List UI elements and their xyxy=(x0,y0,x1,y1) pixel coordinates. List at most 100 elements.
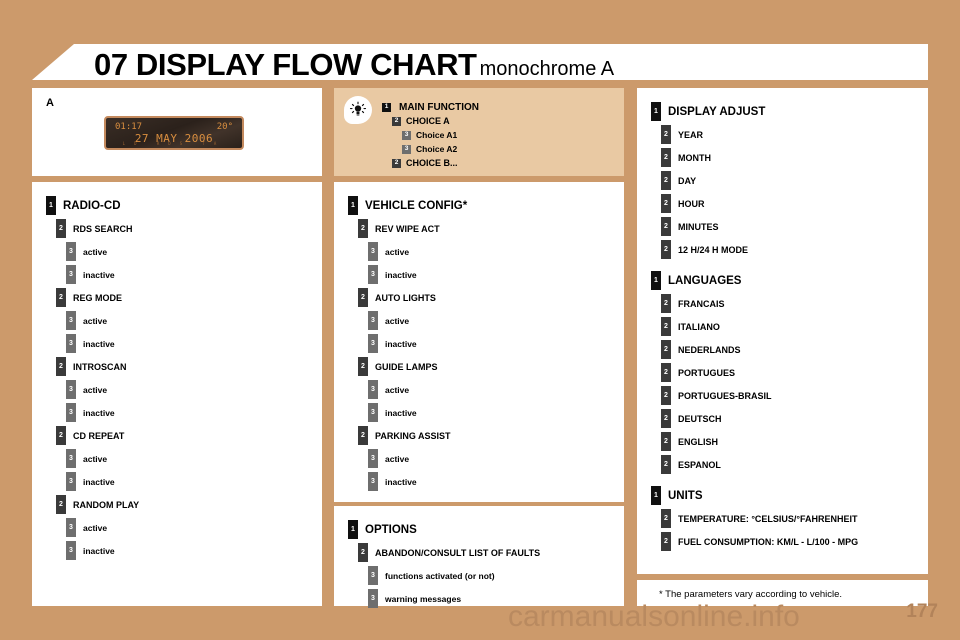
level-badge-1: 1 xyxy=(651,271,661,290)
flow-row-level-3[interactable]: 3 active xyxy=(368,309,624,332)
flow-row-level-2[interactable]: 2 12 H/24 H MODE xyxy=(661,238,928,261)
panel-right-column: 1 DISPLAY ADJUST 2 YEAR 2 MONTH 2 DAY 2 HOUR 2 MINU… xyxy=(637,88,928,574)
flow-row-level-3[interactable]: 3 active xyxy=(66,240,322,263)
flow-row-level-2[interactable]: 2 YEAR xyxy=(661,123,928,146)
level-badge-3: 3 xyxy=(368,472,378,491)
flow-row-level-1[interactable]: 1 RADIO-CD xyxy=(46,194,322,217)
flow-row-level-2[interactable]: 2 FRANCAIS xyxy=(661,292,928,315)
flow-row-label: MINUTES xyxy=(678,221,719,232)
options-rows: 1 OPTIONS 2 ABANDON/CONSULT LIST OF FAULTS 3… xyxy=(348,518,624,610)
flow-row-level-2[interactable]: 2 PARKING ASSIST xyxy=(358,424,624,447)
level-badge-2: 2 xyxy=(661,294,671,313)
flow-row-level-3[interactable]: 3 active xyxy=(368,447,624,470)
flow-row-level-2[interactable]: 2 RDS SEARCH xyxy=(56,217,322,240)
flow-row-level-1[interactable]: 1 VEHICLE CONFIG* xyxy=(348,194,624,217)
flow-row-level-2[interactable]: 2 HOUR xyxy=(661,192,928,215)
flow-row-level-2[interactable]: 2 ESPANOL xyxy=(661,453,928,476)
flow-row-label: active xyxy=(83,384,108,395)
flow-row-level-3[interactable]: 3 inactive xyxy=(368,332,624,355)
flow-row-label: DEUTSCH xyxy=(678,413,722,424)
flow-row-level-2[interactable]: 2 DAY xyxy=(661,169,928,192)
level-badge-2: 2 xyxy=(661,240,671,259)
flow-row-level-3[interactable]: 3 inactive xyxy=(66,332,322,355)
level-badge-3: 3 xyxy=(66,265,76,284)
flow-row-level-1[interactable]: 1 LANGUAGES xyxy=(651,269,928,292)
flow-row-level-2[interactable]: 2 ENGLISH xyxy=(661,430,928,453)
level-badge-2: 2 xyxy=(56,495,66,514)
flow-row-level-3[interactable]: 3 active xyxy=(66,447,322,470)
flow-row-label: inactive xyxy=(83,476,115,487)
flow-row-label: active xyxy=(83,522,108,533)
flow-row-label: Choice A1 xyxy=(416,130,458,140)
level-badge-3: 3 xyxy=(368,311,378,330)
level-badge-2: 2 xyxy=(661,509,671,528)
vehicle-config-rows: 1 VEHICLE CONFIG* 2 REV WIPE ACT 3 active 3 ina… xyxy=(348,194,624,493)
flow-row-label: inactive xyxy=(385,338,417,349)
flow-row-level-2[interactable]: 2 CHOICE A xyxy=(392,114,479,128)
flow-row-label: warning messages xyxy=(385,593,462,604)
level-badge-3: 3 xyxy=(368,265,378,284)
level-badge-2: 2 xyxy=(661,455,671,474)
level-badge-3: 3 xyxy=(66,518,76,537)
flow-row-level-1[interactable]: 1 DISPLAY ADJUST xyxy=(651,100,928,123)
flow-row-label: active xyxy=(385,384,410,395)
level-badge-1: 1 xyxy=(651,486,661,505)
flow-row-level-2[interactable]: 2 PORTUGUES-BRASIL xyxy=(661,384,928,407)
flow-row-level-3[interactable]: 3 inactive xyxy=(368,263,624,286)
flow-row-level-3[interactable]: 3 active xyxy=(66,309,322,332)
level-badge-2: 2 xyxy=(358,426,368,445)
level-badge-3: 3 xyxy=(368,589,378,608)
flow-row-level-2[interactable]: 2 FUEL CONSUMPTION: KM/L - L/100 - MPG xyxy=(661,530,928,553)
flow-row-level-2[interactable]: 2 REG MODE xyxy=(56,286,322,309)
flow-row-level-3[interactable]: 3 inactive xyxy=(66,539,322,562)
flow-row-label: HOUR xyxy=(678,198,705,209)
flow-row-level-3[interactable]: 3 inactive xyxy=(66,401,322,424)
flow-row-level-2[interactable]: 2 ABANDON/CONSULT LIST OF FAULTS xyxy=(358,541,624,564)
level-badge-3: 3 xyxy=(66,380,76,399)
flow-row-level-3[interactable]: 3 functions activated (or not) xyxy=(368,564,624,587)
flow-row-level-2[interactable]: 2 MINUTES xyxy=(661,215,928,238)
flow-row-level-2[interactable]: 2 AUTO LIGHTS xyxy=(358,286,624,309)
flow-row-level-2[interactable]: 2 NEDERLANDS xyxy=(661,338,928,361)
flow-row-level-3[interactable]: 3 Choice A2 xyxy=(402,142,479,156)
flow-row-level-3[interactable]: 3 Choice A1 xyxy=(402,128,479,142)
level-badge-2: 2 xyxy=(661,171,671,190)
languages-rows: 1 LANGUAGES 2 FRANCAIS 2 ITALIANO 2 NEDERLANDS 2… xyxy=(651,269,928,476)
flow-row-level-3[interactable]: 3 active xyxy=(368,240,624,263)
flow-row-level-2[interactable]: 2 INTROSCAN xyxy=(56,355,322,378)
flow-row-level-2[interactable]: 2 RANDOM PLAY xyxy=(56,493,322,516)
page-number: 177 xyxy=(906,601,938,622)
flow-row-label: GUIDE LAMPS xyxy=(375,361,438,372)
flow-row-level-2[interactable]: 2 GUIDE LAMPS xyxy=(358,355,624,378)
flow-row-level-3[interactable]: 3 active xyxy=(368,378,624,401)
level-badge-3: 3 xyxy=(66,334,76,353)
level-badge-1: 1 xyxy=(382,102,391,112)
level-badge-2: 2 xyxy=(358,288,368,307)
watermark-text: carmanualsonline.info xyxy=(508,600,800,633)
flow-row-level-2[interactable]: 2 CD REPEAT xyxy=(56,424,322,447)
flow-row-level-3[interactable]: 3 active xyxy=(66,378,322,401)
flow-row-level-3[interactable]: 3 inactive xyxy=(66,470,322,493)
level-badge-2: 2 xyxy=(661,125,671,144)
flow-row-level-3[interactable]: 3 inactive xyxy=(66,263,322,286)
flow-row-level-2[interactable]: 2 CHOICE B... xyxy=(392,156,479,170)
flow-row-level-1[interactable]: 1 MAIN FUNCTION xyxy=(382,100,479,114)
flow-row-level-1[interactable]: 1 OPTIONS xyxy=(348,518,624,541)
flow-row-level-3[interactable]: 3 inactive xyxy=(368,470,624,493)
level-badge-3: 3 xyxy=(66,449,76,468)
level-badge-2: 2 xyxy=(661,317,671,336)
flow-row-level-2[interactable]: 2 ITALIANO xyxy=(661,315,928,338)
flow-row-level-2[interactable]: 2 PORTUGUES xyxy=(661,361,928,384)
flow-row-level-2[interactable]: 2 TEMPERATURE: °CELSIUS/°FAHRENHEIT xyxy=(661,507,928,530)
flow-row-level-3[interactable]: 3 active xyxy=(66,516,322,539)
flow-row-level-2[interactable]: 2 MONTH xyxy=(661,146,928,169)
level-badge-3: 3 xyxy=(66,472,76,491)
level-badge-3: 3 xyxy=(66,541,76,560)
level-badge-1: 1 xyxy=(46,196,56,215)
level-badge-3: 3 xyxy=(66,311,76,330)
flow-row-level-3[interactable]: 3 inactive xyxy=(368,401,624,424)
flow-row-level-2[interactable]: 2 REV WIPE ACT xyxy=(358,217,624,240)
flow-row-level-2[interactable]: 2 DEUTSCH xyxy=(661,407,928,430)
flow-row-label: VEHICLE CONFIG* xyxy=(365,199,468,212)
flow-row-level-1[interactable]: 1 UNITS xyxy=(651,484,928,507)
